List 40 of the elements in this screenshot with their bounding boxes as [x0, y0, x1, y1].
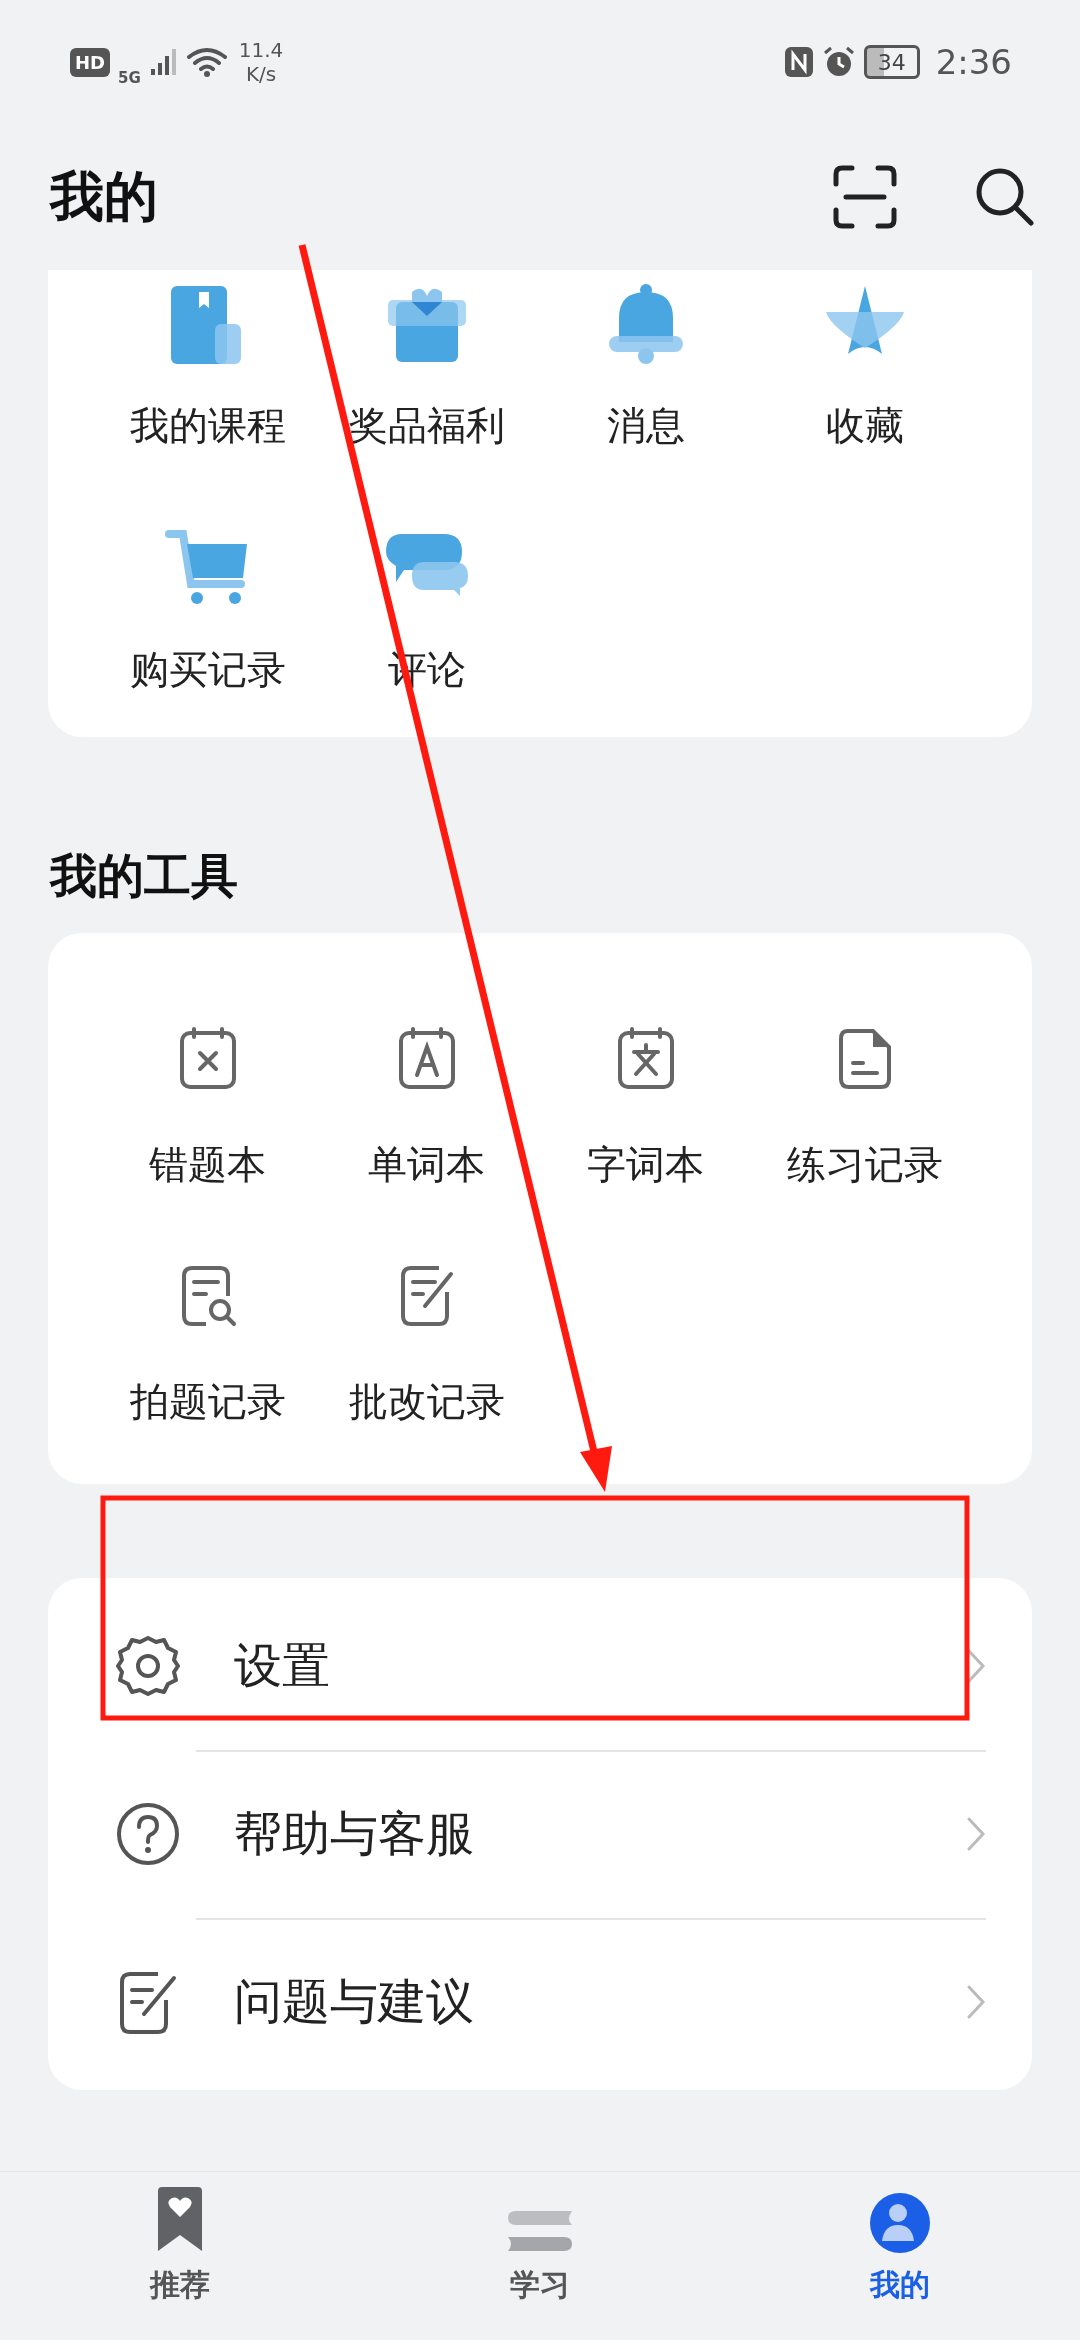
tab[interactable]: 推荐	[0, 2172, 360, 2340]
books-icon	[508, 2211, 572, 2253]
network-label: 5G	[118, 69, 141, 87]
service-label[interactable]: 购买记录	[129, 644, 286, 696]
menu-label: 问题与建议	[234, 1972, 475, 2031]
wifi-icon	[186, 47, 227, 77]
tool-label[interactable]: 错题本	[149, 1139, 266, 1191]
help-icon	[116, 1802, 180, 1866]
section-title: 我的工具	[50, 847, 239, 905]
chevron-right-icon	[966, 1984, 986, 2020]
battery-level: 34	[877, 49, 906, 75]
menu-item[interactable]: 帮助与客服	[48, 1750, 1032, 1918]
speed-value: 11.4	[238, 38, 284, 62]
tool-label[interactable]: 批改记录	[348, 1376, 505, 1428]
hd-badge: HD	[70, 47, 110, 77]
nfc-icon	[783, 46, 814, 78]
alarm-icon	[821, 45, 856, 79]
tool-label[interactable]: 单词本	[368, 1139, 485, 1191]
tab[interactable]: 我的	[720, 2172, 1080, 2340]
service-label[interactable]: 收藏	[825, 400, 904, 452]
page-title: 我的	[50, 163, 158, 230]
search-icon[interactable]	[974, 166, 1036, 228]
service-label[interactable]: 我的课程	[129, 400, 286, 452]
service-label[interactable]: 消息	[606, 400, 685, 452]
menu-item[interactable]: 问题与建议	[48, 1918, 1032, 2086]
signal-icon	[148, 47, 179, 77]
tool-label[interactable]: 练习记录	[786, 1139, 943, 1191]
clock: 2:36	[935, 42, 1012, 82]
menu-item[interactable]: 设置	[48, 1582, 1032, 1750]
scan-icon[interactable]	[832, 164, 898, 230]
menu-label: 帮助与客服	[234, 1804, 475, 1863]
avatar-icon	[870, 2193, 930, 2253]
chevron-right-icon	[966, 1816, 986, 1852]
settings-icon	[116, 1634, 180, 1698]
tool-label[interactable]: 字词本	[587, 1139, 704, 1191]
tab[interactable]: 学习	[360, 2172, 720, 2340]
speed-unit: K/s	[245, 62, 277, 86]
service-label[interactable]: 奖品福利	[348, 400, 505, 452]
menu-label: 设置	[234, 1636, 331, 1695]
tool-label[interactable]: 拍题记录	[129, 1376, 286, 1428]
